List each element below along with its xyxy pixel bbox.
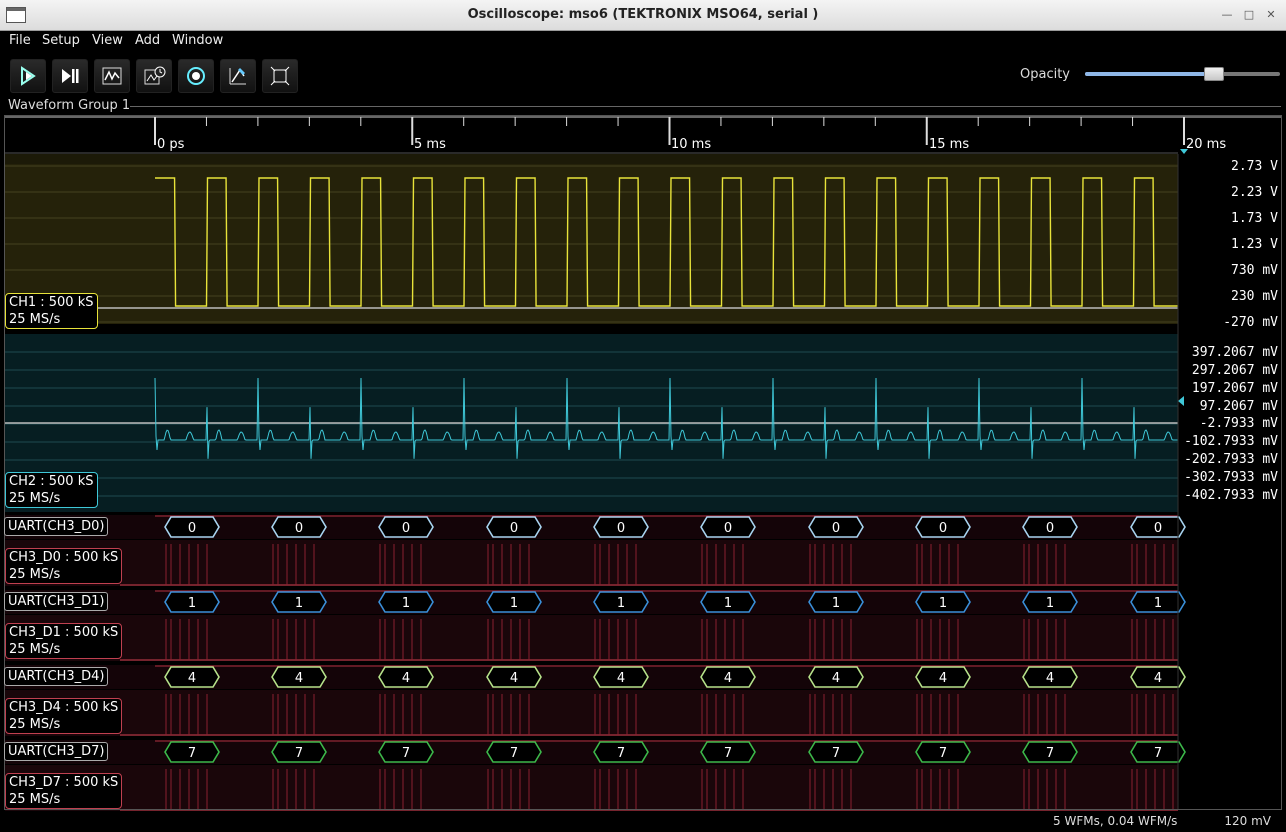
time-tick-label: 10 ms [671,137,712,152]
ch2-scale-label: 297.2067 mV [1191,363,1278,378]
ch1-scale-label: 730 mV [1231,263,1278,278]
ch2-label[interactable]: CH2 : 500 kS 25 MS/s [5,472,98,508]
waveform-frame [4,115,1282,810]
ch2-scale-label: 197.2067 mV [1191,381,1278,396]
ch3-d4-label[interactable]: CH3_D4 : 500 kS 25 MS/s [5,698,123,734]
ch2-scale-label: 97.2067 mV [1199,399,1278,414]
uart-d7-label[interactable]: UART(CH3_D7) [4,742,109,761]
ch2-scale-label: -202.7933 mV [1184,452,1278,467]
ch1-label[interactable]: CH1 : 500 kS 25 MS/s [5,293,98,329]
status-bar: 5 WFMs, 0.04 WFM/s 120 mV [0,811,1286,832]
ch1-scale-label: 1.73 V [1231,211,1278,226]
time-tick-label: 0 ps [157,137,185,152]
time-tick-label: 5 ms [414,137,446,152]
ch3-d0-label[interactable]: CH3_D0 : 500 kS 25 MS/s [5,548,123,584]
uart-d0-label[interactable]: UART(CH3_D0) [4,517,109,536]
ch2-scale-label: -102.7933 mV [1184,434,1278,449]
ch3-d7-label[interactable]: CH3_D7 : 500 kS 25 MS/s [5,773,123,809]
uart-d4-label[interactable]: UART(CH3_D4) [4,667,109,686]
uart-d1-label[interactable]: UART(CH3_D1) [4,592,109,611]
ch1-scale-label: -270 mV [1223,315,1278,330]
time-tick-label: 15 ms [929,137,970,152]
ch3-d1-label[interactable]: CH3_D1 : 500 kS 25 MS/s [5,623,123,659]
status-wfm-rate: 5 WFMs, 0.04 WFM/s [1053,814,1178,828]
ch1-scale-label: 230 mV [1231,289,1278,304]
ch2-scale-label: -302.7933 mV [1184,470,1278,485]
ch2-scale-label: 397.2067 mV [1191,345,1278,360]
ch1-scale-label: 1.23 V [1231,237,1278,252]
ch2-scale-label: -2.7933 mV [1199,416,1278,431]
ch2-scale-label: -402.7933 mV [1184,488,1278,503]
status-voltage: 120 mV [1224,814,1271,828]
ch1-scale-label: 2.73 V [1231,159,1278,174]
time-tick-label: 20 ms [1186,137,1227,152]
ch1-scale-label: 2.23 V [1231,185,1278,200]
